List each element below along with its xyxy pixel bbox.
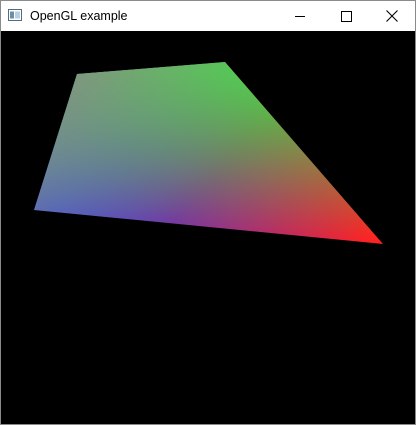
app-window: OpenGL example — [0, 0, 416, 425]
maximize-icon — [340, 10, 352, 22]
minimize-button[interactable] — [277, 1, 323, 31]
title-bar[interactable]: OpenGL example — [1, 1, 415, 31]
maximize-button[interactable] — [323, 1, 369, 31]
app-window-icon — [8, 9, 22, 21]
opengl-viewport[interactable] — [1, 31, 415, 424]
close-icon — [386, 10, 398, 22]
close-button[interactable] — [369, 1, 415, 31]
gl-canvas — [1, 31, 415, 424]
window-title: OpenGL example — [30, 9, 128, 23]
minimize-icon — [295, 16, 305, 17]
